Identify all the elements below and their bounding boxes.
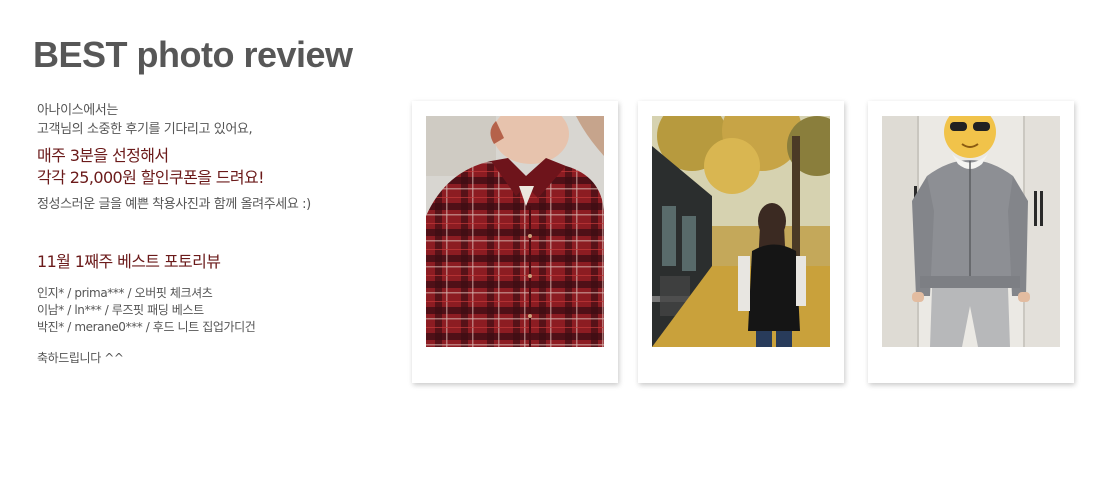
- intro-line-3: 정성스러운 글을 예쁜 착용사진과 함께 올려주세요 :): [37, 197, 311, 212]
- review-card-1[interactable]: [412, 101, 618, 383]
- review-card-2[interactable]: [638, 101, 844, 383]
- page-title: BEST photo review: [33, 34, 353, 75]
- winner-entry: 인지* / prima*** / 오버핏 체크셔츠: [37, 286, 213, 300]
- review-card-3[interactable]: [868, 101, 1074, 383]
- red-check-shirt-photo[interactable]: [426, 116, 604, 347]
- winners-heading: 11월 1째주 베스트 포토리뷰: [37, 252, 221, 271]
- review-info: 아나이스에서는 고객님의 소중한 후기를 기다리고 있어요, 매주 3분을 선정…: [37, 101, 397, 367]
- congrats-text: 축하드립니다 ^^: [37, 351, 124, 365]
- highlight-line-2: 각각 25,000원 할인쿠폰을 드려요!: [37, 168, 265, 187]
- highlight-line-1: 매주 3분을 선정해서: [37, 146, 169, 165]
- intro-line-2: 고객님의 소중한 후기를 기다리고 있어요,: [37, 122, 253, 137]
- padding-vest-photo[interactable]: [652, 116, 830, 347]
- winner-entry: 박진* / merane0*** / 후드 니트 집업가디건: [37, 320, 256, 334]
- intro-line-1: 아나이스에서는: [37, 103, 118, 118]
- winner-entry: 이남* / ln*** / 루즈핏 패딩 베스트: [37, 303, 204, 317]
- hood-knit-zipup-photo[interactable]: [882, 116, 1060, 347]
